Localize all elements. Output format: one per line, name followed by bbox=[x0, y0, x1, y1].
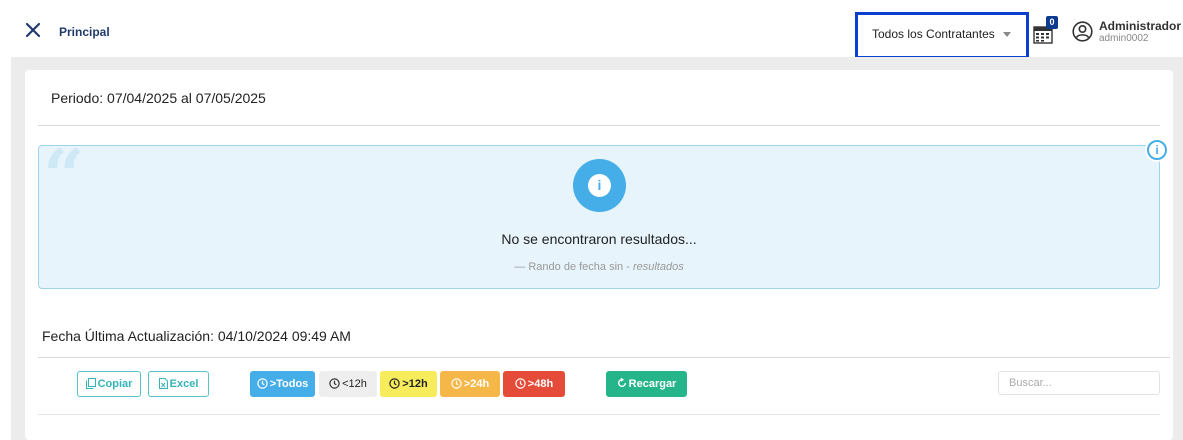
no-results-title: No se encontraron resultados... bbox=[501, 231, 697, 247]
nav-title[interactable]: Principal bbox=[59, 25, 110, 39]
filter-todos-button[interactable]: >Todos bbox=[250, 371, 315, 397]
user-circle-icon[interactable] bbox=[1072, 21, 1093, 42]
copy-button[interactable]: Copiar bbox=[77, 371, 141, 397]
excel-button-label: Excel bbox=[169, 378, 199, 390]
clock-icon bbox=[515, 377, 526, 389]
filter-gt24-label: >24h bbox=[463, 378, 490, 390]
info-icon: i bbox=[573, 159, 626, 212]
divider bbox=[38, 414, 1160, 415]
user-id: admin0002 bbox=[1099, 33, 1149, 44]
clock-icon bbox=[329, 377, 340, 389]
clock-icon bbox=[256, 377, 268, 389]
clock-icon bbox=[451, 377, 462, 389]
excel-file-icon bbox=[158, 377, 168, 389]
no-results-subtitle-prefix: — Rando de fecha sin - bbox=[514, 261, 630, 273]
last-update-label: Fecha Última Actualización: 04/10/2024 0… bbox=[42, 328, 351, 344]
reload-button[interactable]: Recargar bbox=[606, 371, 687, 397]
filter-gt12-label: >12h bbox=[402, 378, 428, 390]
search-input[interactable] bbox=[998, 371, 1160, 395]
filter-todos-label: >Todos bbox=[269, 378, 309, 390]
reload-button-label: Recargar bbox=[628, 378, 677, 390]
contract-select-value: Todos los Contratantes bbox=[872, 27, 995, 41]
refresh-icon bbox=[617, 378, 626, 388]
clock-icon bbox=[389, 377, 400, 389]
copy-icon bbox=[85, 377, 96, 389]
filter-gt12-button[interactable]: >12h bbox=[380, 371, 437, 397]
filter-lt12-label: <12h bbox=[342, 378, 367, 390]
top-bar: Principal Todos los Contratantes 0 Admin… bbox=[0, 0, 1183, 59]
divider bbox=[38, 357, 1170, 358]
info-help-icon[interactable]: i bbox=[1145, 138, 1169, 162]
user-name[interactable]: Administrador bbox=[1099, 19, 1181, 33]
no-results-subtitle: — Rando de fecha sin - resultados bbox=[0, 261, 1183, 273]
no-results-subtitle-italic: resultados bbox=[632, 261, 684, 273]
filter-gt48-label: >48h bbox=[527, 378, 554, 390]
filter-gt24-button[interactable]: >24h bbox=[440, 371, 500, 397]
filter-lt12-button[interactable]: <12h bbox=[319, 371, 377, 397]
excel-button[interactable]: Excel bbox=[148, 371, 209, 397]
copy-button-label: Copiar bbox=[97, 378, 133, 390]
divider bbox=[38, 125, 1160, 126]
quote-mark-icon: “ bbox=[43, 133, 85, 218]
periodo-label: Periodo: 07/04/2025 al 07/05/2025 bbox=[51, 90, 266, 106]
filter-gt48-button[interactable]: >48h bbox=[503, 371, 565, 397]
close-icon[interactable] bbox=[24, 21, 42, 39]
contract-select[interactable]: Todos los Contratantes bbox=[855, 12, 1029, 59]
caret-down-icon bbox=[1003, 32, 1011, 37]
notification-badge: 0 bbox=[1046, 16, 1058, 29]
